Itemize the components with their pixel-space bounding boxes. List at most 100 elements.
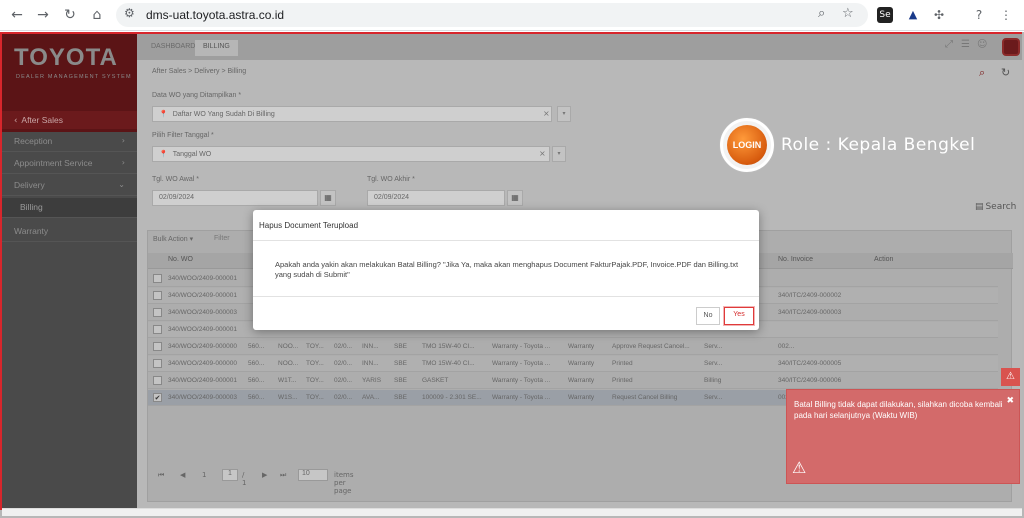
sidebar-item-delivery[interactable]: Delivery ⌄ [2,176,137,196]
chevron-down-icon[interactable]: ▾ [557,106,571,122]
extension-drive-icon[interactable]: ▲ [905,7,921,23]
home-icon[interactable]: ⌂ [87,5,107,25]
page-background: TOYOTA DEALER MANAGEMENT SYSTEM ‹ After S… [0,32,1024,518]
table-cell: Warranty - Toyota ... [492,343,551,350]
user-icon[interactable]: ☺ [977,39,987,50]
help-icon[interactable]: ? [971,7,987,23]
table-cell: Billing [704,377,722,384]
next-page-icon[interactable]: ▶ [262,471,267,479]
sidebar-section-after-sales[interactable]: ‹ After Sales [2,111,137,129]
sidebar-item-label: Billing [20,202,43,212]
clear-icon[interactable]: × [539,149,546,158]
list-menu-icon[interactable]: ☰ [961,39,970,50]
row-checkbox[interactable] [153,291,162,300]
sidebar: TOYOTA DEALER MANAGEMENT SYSTEM ‹ After S… [2,34,137,512]
close-icon[interactable]: ✖ [1006,396,1014,406]
filter-button[interactable]: Filter [214,235,230,242]
avatar[interactable] [1002,38,1020,56]
no-button[interactable]: No [696,307,720,325]
row-checkbox[interactable]: ✔ [153,393,162,402]
table-cell: Printed [612,377,633,384]
browser-toolbar: ← → ↻ ⌂ ⚙ dms-uat.toyota.astra.co.id ⌕ ☆… [0,0,1024,31]
calendar-icon[interactable]: ▦ [507,190,523,206]
site-info-icon[interactable]: ⚙ [124,6,135,20]
reload-icon[interactable]: ↻ [60,5,80,25]
menu-kebab-icon[interactable]: ⋮ [998,7,1014,23]
bookmark-star-icon[interactable]: ☆ [842,6,854,21]
chevron-down-icon[interactable]: ▾ [552,146,566,162]
data-wo-label: Data WO yang Ditampilkan * [152,92,242,99]
header-no-wo[interactable]: No. WO [168,256,193,263]
address-bar[interactable]: ⚙ dms-uat.toyota.astra.co.id ⌕ ☆ [116,3,868,27]
table-cell: 340/ITC/2409-000005 [778,360,842,367]
table-cell: Warranty - Toyota ... [492,377,551,384]
yes-button[interactable]: Yes [724,307,754,325]
row-checkbox[interactable] [153,274,162,283]
table-row[interactable]: 340/WOO/2409-000001 560... W1T... TOY... 02/… [148,373,998,389]
extensions-puzzle-icon[interactable]: ✣ [931,7,947,23]
wo-start-date-input[interactable]: 02/09/2024 [152,190,318,206]
extension-selenium-icon[interactable]: Se [877,7,893,23]
header-no-invoice[interactable]: No. Invoice [778,256,813,263]
row-checkbox[interactable] [153,308,162,317]
row-checkbox[interactable] [153,359,162,368]
table-cell: 02/0... [334,360,353,367]
header-action[interactable]: Action [874,256,893,263]
warning-icon[interactable]: ⚠ [1001,368,1020,386]
table-cell: Printed [612,360,633,367]
confirm-modal: Hapus Document Terupload Apakah anda yak… [253,210,759,330]
calendar-icon[interactable]: ▦ [320,190,336,206]
fullscreen-icon[interactable]: ⤢ [945,39,953,50]
table-row[interactable]: 340/WOO/2409-000000 560... NOO... TOY... 02/… [148,356,998,372]
prev-page-icon[interactable]: ◀ [180,471,185,479]
table-cell: 340/WOO/2409-000000 [168,343,238,350]
table-cell: Request Cancel Billing [612,394,678,401]
back-icon[interactable]: ← [7,5,27,25]
page-size-label: items per page [334,471,354,495]
tab-billing[interactable]: BILLING [195,40,238,56]
row-checkbox[interactable] [153,376,162,385]
sidebar-item-appointment-service[interactable]: Appointment Service › [2,154,137,174]
filter-date-label: Pilih Filter Tanggal * [152,132,214,139]
forward-icon[interactable]: → [33,5,53,25]
table-cell: YARIS [362,377,382,384]
chevron-right-icon: › [121,136,125,145]
table-cell: Serv... [704,360,723,367]
horizontal-scrollbar[interactable] [2,508,1022,516]
search-tool-icon[interactable]: ⌕ [979,66,985,80]
sidebar-item-billing[interactable]: Billing [2,198,137,218]
login-logo: LOGIN [727,125,767,165]
last-page-icon[interactable]: ⏭ [280,471,286,480]
table-cell: Warranty - Toyota ... [492,394,551,401]
refresh-icon[interactable]: ↻ [1001,66,1010,79]
data-wo-select[interactable]: 📍 Daftar WO Yang Sudah Di Billing [152,106,552,122]
table-cell: Serv... [704,394,723,401]
modal-divider [253,240,759,241]
table-cell: 100009 - 2.301 SE... [422,394,482,401]
top-bar: DASHBOARD BILLING ⤢ ☰ ☺ [137,34,1022,60]
table-row[interactable]: 340/WOO/2409-000000 560... NOO... TOY... 02/… [148,339,998,355]
page-input[interactable]: 1 [222,469,238,481]
breadcrumb: After Sales > Delivery > Billing [152,68,247,75]
url-text[interactable]: dms-uat.toyota.astra.co.id [146,8,284,22]
table-cell: TMO 15W-40 CI... [422,360,475,367]
row-checkbox[interactable] [153,342,162,351]
table-cell: NOO... [278,343,299,350]
table-cell: SBE [394,377,408,384]
wo-end-date-input[interactable]: 02/09/2024 [367,190,505,206]
clear-icon[interactable]: × [543,109,550,118]
pin-icon: 📍 [159,110,168,118]
sidebar-item-reception[interactable]: Reception › [2,132,137,152]
page-size-select[interactable]: 10 [298,469,328,481]
sidebar-item-warranty[interactable]: Warranty [2,222,137,242]
brand-logo-text: TOYOTA [14,44,118,71]
row-checkbox[interactable] [153,325,162,334]
bulk-action-button[interactable]: Bulk Action ▾ [153,235,193,243]
search-button[interactable]: ▤ Search [975,202,1016,212]
table-cell: NOO... [278,360,299,367]
first-page-icon[interactable]: ⏮ [158,471,164,480]
table-cell: TOY... [306,343,324,350]
table-cell: 340/ITC/2409-000006 [778,377,842,384]
filter-date-select[interactable]: 📍 Tanggal WO [152,146,550,162]
zoom-icon[interactable]: ⌕ [818,6,825,21]
